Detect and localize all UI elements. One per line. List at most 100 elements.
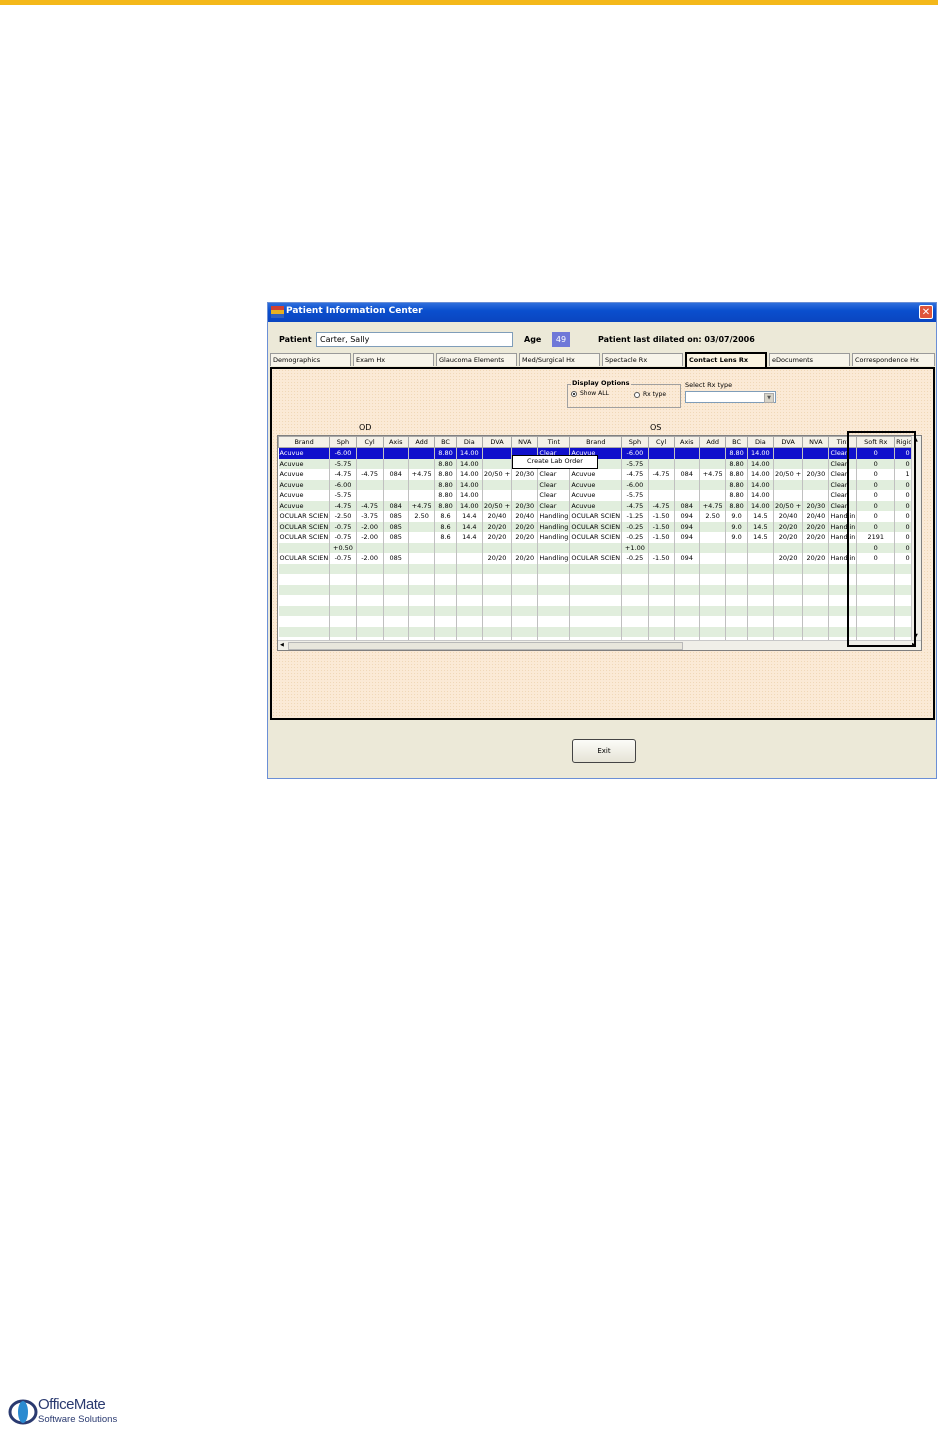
table-cell bbox=[511, 616, 539, 627]
tab-med-surgical-hx[interactable]: Med/Surgical Hx bbox=[519, 353, 600, 366]
table-cell bbox=[511, 563, 539, 574]
table-row-empty[interactable] bbox=[278, 595, 921, 606]
table-row[interactable]: Acuvue -4.75 -4.75 084 +4.75 8.80 14.00 20/50 +… bbox=[278, 469, 921, 480]
column-header[interactable]: Sph bbox=[329, 436, 357, 448]
table-cell: 8.80 bbox=[725, 479, 748, 490]
table-cell bbox=[408, 553, 436, 564]
contact-lens-grid[interactable]: Brand Sph Cyl Axis Add BC Dia DVA NVA Tint Brand Sp… bbox=[277, 435, 922, 651]
table-row[interactable]: OCULAR SCIEN -0.75 -2.00 085 8.6 14.4 20/20 20/… bbox=[278, 532, 921, 543]
table-row[interactable]: OCULAR SCIEN -0.75 -2.00 085 20/20 20/20 Handl… bbox=[278, 553, 921, 564]
table-row[interactable]: OCULAR SCIEN -2.50 -3.75 085 2.50 8.6 14.4 20/4… bbox=[278, 511, 921, 522]
table-cell bbox=[408, 479, 436, 490]
table-row-empty[interactable] bbox=[278, 584, 921, 595]
column-header[interactable]: Add bbox=[698, 436, 727, 448]
table-cell bbox=[674, 490, 700, 501]
table-row[interactable]: Acuvue -6.00 8.80 14.00 Clear Acuvue -6.00 8.80… bbox=[278, 447, 921, 459]
patient-label: Patient bbox=[279, 335, 312, 344]
table-row-empty[interactable] bbox=[278, 605, 921, 616]
table-row[interactable]: OCULAR SCIEN -0.75 -2.00 085 8.6 14.4 20/20 20/… bbox=[278, 521, 921, 532]
table-cell bbox=[648, 626, 675, 637]
table-cell bbox=[699, 542, 727, 553]
column-header[interactable]: Dia bbox=[455, 436, 483, 448]
scroll-up-icon[interactable]: ▲ bbox=[914, 437, 918, 443]
column-header[interactable]: Cyl bbox=[355, 436, 384, 448]
table-cell: 20/30 bbox=[511, 500, 539, 511]
table-cell bbox=[511, 626, 539, 637]
table-cell: 14.00 bbox=[456, 490, 483, 501]
column-header[interactable]: Sph bbox=[621, 436, 649, 448]
table-cell bbox=[482, 479, 513, 490]
table-cell: -6.00 bbox=[621, 447, 649, 459]
table-row[interactable]: Acuvue -5.75 8.80 14.00 Clear Acuvue -5.75 8.80… bbox=[278, 490, 921, 501]
table-cell: Clear bbox=[828, 447, 858, 459]
column-header[interactable]: Axis bbox=[673, 436, 700, 448]
table-cell: 0 bbox=[856, 553, 896, 564]
column-header[interactable]: Brand bbox=[278, 436, 331, 448]
table-cell: 9.0 bbox=[725, 511, 748, 522]
table-cell bbox=[434, 563, 457, 574]
column-header[interactable]: BC bbox=[725, 436, 748, 448]
table-cell bbox=[482, 490, 513, 501]
table-cell: 0 bbox=[856, 447, 896, 459]
scroll-left-icon[interactable]: ◀ bbox=[280, 642, 284, 648]
patient-name-field[interactable]: Carter, Sally bbox=[316, 332, 513, 347]
tab-demographics[interactable]: Demographics bbox=[270, 353, 351, 366]
column-header[interactable]: Tint bbox=[828, 436, 858, 448]
title-bar[interactable]: Patient Information Center ✕ bbox=[268, 303, 936, 322]
table-cell bbox=[278, 626, 331, 637]
table-row[interactable]: Acuvue -4.75 -4.75 084 +4.75 8.80 14.00 20/50 +… bbox=[278, 500, 921, 511]
scroll-down-icon[interactable]: ▼ bbox=[914, 633, 918, 639]
tab-contact-lens-rx[interactable]: Contact Lens Rx bbox=[685, 352, 767, 367]
table-row[interactable]: +0.50 +1.00 0 0 bbox=[278, 542, 921, 553]
horizontal-scrollbar[interactable]: ◀ ▶ bbox=[278, 640, 921, 650]
show-all-radio[interactable] bbox=[571, 391, 577, 397]
table-cell bbox=[773, 616, 804, 627]
tab-exam-hx[interactable]: Exam Hx bbox=[353, 353, 434, 366]
close-button[interactable]: ✕ bbox=[919, 305, 933, 319]
last-dilated-text: Patient last dilated on: 03/07/2006 bbox=[598, 335, 755, 344]
column-header[interactable]: BC bbox=[434, 436, 457, 448]
column-header[interactable]: Tint bbox=[537, 436, 571, 448]
column-header[interactable]: Soft Rx bbox=[856, 436, 896, 448]
table-cell bbox=[747, 616, 774, 627]
table-cell: 14.00 bbox=[747, 500, 774, 511]
rx-type-select[interactable]: ▼ bbox=[685, 391, 776, 403]
column-header[interactable]: NVA bbox=[511, 436, 539, 448]
table-cell: 20/50 + bbox=[773, 469, 804, 480]
vertical-scrollbar[interactable]: ▲ ▼ bbox=[911, 436, 921, 642]
rx-type-radio[interactable] bbox=[634, 392, 640, 398]
context-menu-create-lab-order[interactable]: Create Lab Order bbox=[512, 455, 598, 469]
table-cell bbox=[537, 595, 571, 606]
table-cell bbox=[482, 563, 513, 574]
column-header[interactable]: DVA bbox=[772, 436, 804, 448]
table-cell bbox=[747, 595, 774, 606]
column-header[interactable]: Dia bbox=[746, 436, 774, 448]
table-cell bbox=[725, 595, 748, 606]
column-header[interactable]: Add bbox=[407, 436, 436, 448]
tab-glaucoma-elements[interactable]: Glaucoma Elements bbox=[436, 353, 517, 366]
table-row-empty[interactable] bbox=[278, 563, 921, 574]
table-cell bbox=[648, 595, 675, 606]
tab-correspondence-hx[interactable]: Correspondence Hx bbox=[852, 353, 935, 366]
column-header[interactable]: NVA bbox=[802, 436, 830, 448]
table-cell: Acuvue bbox=[278, 458, 331, 469]
exit-button[interactable]: Exit bbox=[572, 739, 636, 763]
table-row-empty[interactable] bbox=[278, 574, 921, 585]
table-row-empty[interactable] bbox=[278, 616, 921, 627]
column-header[interactable]: Cyl bbox=[647, 436, 675, 448]
scroll-right-icon[interactable]: ▶ bbox=[912, 642, 916, 648]
horizontal-scroll-thumb[interactable] bbox=[288, 642, 683, 650]
chevron-down-icon[interactable]: ▼ bbox=[764, 393, 774, 403]
column-header[interactable]: Brand bbox=[569, 436, 623, 448]
tab-spectacle-rx[interactable]: Spectacle Rx bbox=[602, 353, 683, 366]
tab-edocuments[interactable]: eDocuments bbox=[769, 353, 850, 366]
table-row[interactable]: Acuvue -5.75 8.80 14.00 -5.75 8.80 14.00 Clear 0… bbox=[278, 458, 921, 469]
column-header[interactable]: Axis bbox=[382, 436, 409, 448]
table-row-empty[interactable] bbox=[278, 626, 921, 637]
table-cell bbox=[674, 563, 700, 574]
column-header[interactable]: DVA bbox=[481, 436, 513, 448]
table-cell bbox=[828, 563, 858, 574]
table-cell bbox=[802, 626, 830, 637]
table-cell bbox=[434, 605, 457, 616]
table-row[interactable]: Acuvue -6.00 8.80 14.00 Clear Acuvue -6.00 8.80… bbox=[278, 479, 921, 490]
